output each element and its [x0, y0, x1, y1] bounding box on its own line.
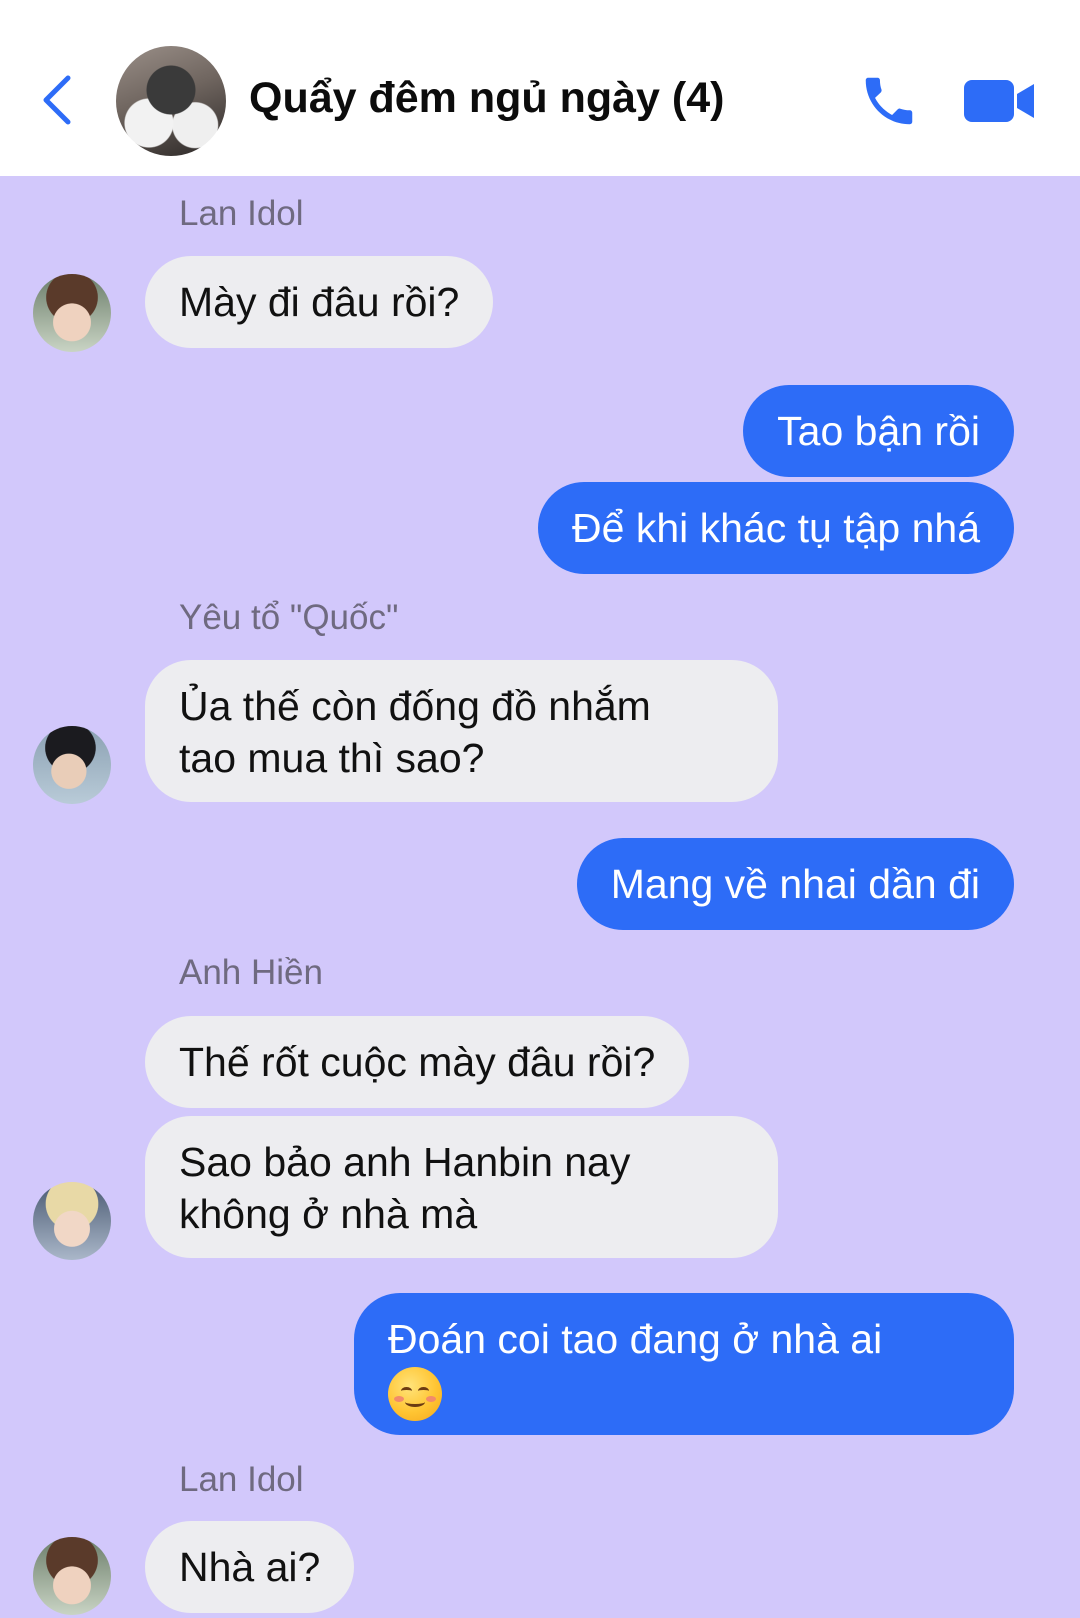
voice-call-button[interactable]	[858, 70, 920, 132]
conversation-title[interactable]: Quẩy đêm ngủ ngày (4)	[249, 74, 724, 123]
chat-header: Quẩy đêm ngủ ngày (4)	[0, 0, 1080, 176]
message-line	[388, 1365, 980, 1422]
incoming-message[interactable]: Nhà ai?	[145, 1521, 355, 1613]
outgoing-message[interactable]: Đoán coi tao đang ở nhà ai	[354, 1293, 1014, 1435]
sender-name: Lan Idol	[179, 194, 304, 233]
avatar[interactable]	[33, 1182, 111, 1260]
message-line: Đoán coi tao đang ở nhà ai	[388, 1316, 883, 1362]
incoming-message[interactable]: Sao bảo anh Hanbin nay không ở nhà mà	[145, 1116, 778, 1258]
phone-icon	[865, 77, 913, 125]
message-line: tao mua thì sao?	[179, 735, 485, 781]
outgoing-message[interactable]: Mang về nhai dần đi	[576, 838, 1014, 930]
avatar[interactable]	[33, 274, 111, 352]
incoming-message[interactable]: Thế rốt cuộc mày đâu rồi?	[145, 1016, 690, 1108]
message-line: không ở nhà mà	[179, 1191, 478, 1237]
group-avatar[interactable]	[116, 46, 226, 156]
outgoing-message[interactable]: Để khi khác tụ tập nhá	[538, 482, 1014, 574]
video-call-button[interactable]	[962, 76, 1036, 126]
back-button[interactable]	[38, 74, 78, 126]
sender-name: Yêu tổ "Quốc"	[179, 598, 399, 637]
smiling-face-icon	[388, 1367, 442, 1422]
message-line: Sao bảo anh Hanbin nay	[179, 1139, 631, 1185]
avatar[interactable]	[33, 726, 111, 804]
sender-name: Anh Hiền	[179, 953, 323, 992]
incoming-message[interactable]: Mày đi đâu rồi?	[145, 256, 494, 348]
outgoing-message[interactable]: Tao bận rồi	[743, 385, 1014, 477]
message-line: Ủa thế còn đống đồ nhắm	[179, 683, 651, 729]
incoming-message[interactable]: Ủa thế còn đống đồ nhắm tao mua thì sao?	[145, 660, 778, 802]
video-camera-icon	[964, 80, 1034, 122]
avatar[interactable]	[33, 1537, 111, 1615]
chevron-left-icon	[43, 75, 71, 125]
sender-name: Lan Idol	[179, 1460, 304, 1499]
